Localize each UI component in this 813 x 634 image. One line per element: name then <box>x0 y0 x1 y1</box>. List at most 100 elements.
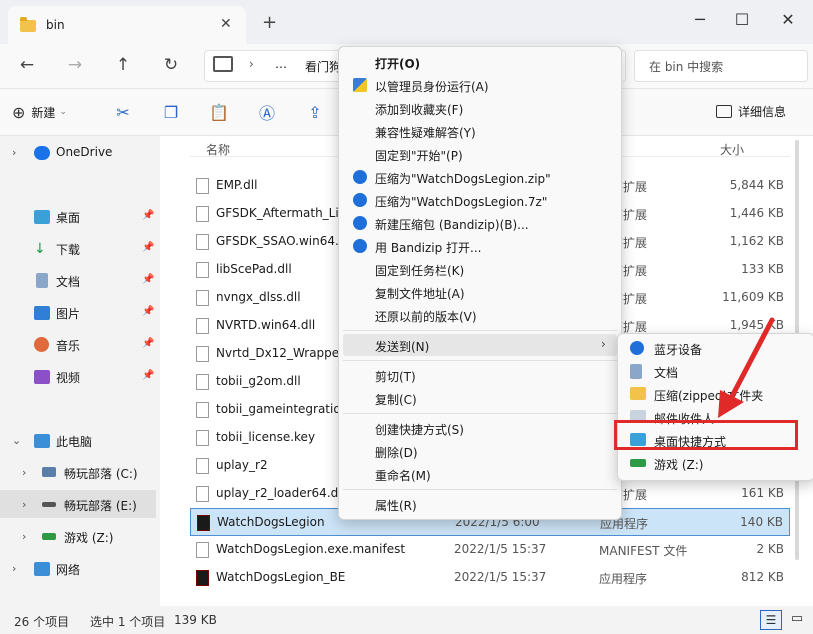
column-header-name[interactable]: 名称 <box>206 136 230 162</box>
menu-item-properties[interactable]: 属性(R) <box>343 493 617 515</box>
dll-file-icon <box>196 206 209 222</box>
document-icon <box>36 273 48 288</box>
sidebar-item-drive-e[interactable]: › 畅玩部落 (E:) <box>0 490 156 518</box>
table-row[interactable]: WatchDogsLegion.exe.manifest 2022/1/5 15… <box>190 536 790 564</box>
status-bar: 26 个项目 选中 1 个项目 139 KB ☰ ▭ <box>0 606 813 634</box>
details-view-icon[interactable]: ☰ <box>760 610 782 630</box>
download-icon: ↓ <box>34 241 46 257</box>
rename-icon[interactable]: Ⓐ <box>254 99 280 125</box>
chevron-right-icon[interactable]: › <box>22 466 26 479</box>
sidebar-item-documents[interactable]: 文档 📌 <box>0 266 156 294</box>
share-icon[interactable]: ⇪ <box>302 99 328 125</box>
file-name: WatchDogsLegion_BE <box>216 570 346 584</box>
file-name: tobii_g2om.dll <box>216 374 301 388</box>
sidebar-label: 此电脑 <box>56 435 93 449</box>
pin-icon[interactable]: 📌 <box>142 338 154 349</box>
maximize-button[interactable]: ☐ <box>722 6 762 32</box>
details-pane-button[interactable]: 详细信息 <box>716 103 786 120</box>
menu-item-add-favorites[interactable]: 添加到收藏夹(F) <box>343 97 617 119</box>
menu-label: 兼容性疑难解答(Y) <box>375 126 476 140</box>
close-tab-icon[interactable]: ✕ <box>220 16 232 32</box>
forward-arrow-icon[interactable]: → <box>60 52 90 78</box>
sidebar-item-pictures[interactable]: 图片 📌 <box>0 298 156 326</box>
close-button[interactable]: ✕ <box>768 6 808 32</box>
sidebar-item-onedrive[interactable]: › OneDrive <box>0 138 156 166</box>
file-size: 1,446 KB <box>729 206 784 220</box>
menu-item-compress-7z[interactable]: 压缩为"WatchDogsLegion.7z" <box>343 189 617 211</box>
menu-item-send-to[interactable]: 发送到(N) › <box>343 334 617 356</box>
sidebar-item-drive-c[interactable]: › 畅玩部落 (C:) <box>0 458 156 486</box>
menu-item-rename[interactable]: 重命名(M) <box>343 463 617 485</box>
search-input[interactable]: 在 bin 中搜索 <box>634 50 808 82</box>
tab-bin[interactable]: bin ✕ <box>8 6 246 44</box>
pin-icon[interactable]: 📌 <box>142 210 154 221</box>
uac-shield-icon <box>353 78 367 92</box>
copy-icon[interactable]: ❐ <box>158 99 184 125</box>
tiles-view-icon[interactable]: ▭ <box>788 610 806 628</box>
sidebar-item-videos[interactable]: 视频 📌 <box>0 362 156 390</box>
pin-icon[interactable]: 📌 <box>142 242 154 253</box>
sidebar-item-this-pc[interactable]: ⌄ 此电脑 <box>0 426 156 454</box>
sidebar-item-network[interactable]: › 网络 <box>0 554 156 582</box>
dll-file-icon <box>196 178 209 194</box>
desktop-icon <box>34 210 50 224</box>
pin-icon[interactable]: 📌 <box>142 274 154 285</box>
file-date: 2022/1/5 15:37 <box>454 570 547 584</box>
folder-icon <box>20 17 36 32</box>
minimize-button[interactable]: ─ <box>680 6 720 32</box>
menu-item-open[interactable]: 打开(O) <box>343 51 617 73</box>
menu-item-compress-zip[interactable]: 压缩为"WatchDogsLegion.zip" <box>343 166 617 188</box>
sidebar-label: 网络 <box>56 563 81 577</box>
menu-item-delete[interactable]: 删除(D) <box>343 440 617 462</box>
plus-circle-icon: ⊕ <box>12 102 26 122</box>
chevron-right-icon[interactable]: › <box>12 562 16 575</box>
menu-item-run-as-admin[interactable]: 以管理员身份运行(A) <box>343 74 617 96</box>
sidebar-item-drive-z[interactable]: › 游戏 (Z:) <box>0 522 156 550</box>
up-arrow-icon[interactable]: ↑ <box>108 52 138 78</box>
menu-item-pin-start[interactable]: 固定到"开始"(P) <box>343 143 617 165</box>
sidebar-item-music[interactable]: 音乐 📌 <box>0 330 156 358</box>
menu-label: 固定到任务栏(K) <box>375 264 465 278</box>
submenu-item-games-drive[interactable]: 游戏 (Z:) <box>624 452 810 474</box>
file-name: libScePad.dll <box>216 262 292 276</box>
pin-icon[interactable]: 📌 <box>142 306 154 317</box>
refresh-icon[interactable]: ↻ <box>156 52 186 78</box>
chevron-right-icon[interactable]: › <box>22 498 26 511</box>
menu-item-pin-taskbar[interactable]: 固定到任务栏(K) <box>343 258 617 280</box>
menu-item-create-shortcut[interactable]: 创建快捷方式(S) <box>343 417 617 439</box>
table-row[interactable]: WatchDogsLegion_BE 2022/1/5 15:37 应用程序 8… <box>190 564 790 592</box>
menu-label: 固定到"开始"(P) <box>375 149 463 163</box>
column-header-size[interactable]: 大小 <box>720 136 744 162</box>
network-drive-icon <box>630 459 646 467</box>
menu-item-restore-versions[interactable]: 还原以前的版本(V) <box>343 304 617 326</box>
menu-item-bandizip-open[interactable]: 用 Bandizip 打开... <box>343 235 617 257</box>
menu-label: 剪切(T) <box>375 370 416 384</box>
new-button[interactable]: ⊕ 新建 ⌄ <box>12 99 67 125</box>
chevron-right-icon[interactable]: › <box>22 530 26 543</box>
menu-item-bandizip-new[interactable]: 新建压缩包 (Bandizip)(B)... <box>343 212 617 234</box>
dll-file-icon <box>196 262 209 278</box>
back-arrow-icon[interactable]: ← <box>12 52 42 78</box>
new-tab-button[interactable]: + <box>262 12 277 33</box>
bandizip-icon <box>353 193 367 207</box>
dll-file-icon <box>196 290 209 306</box>
sidebar-item-downloads[interactable]: ↓ 下载 📌 <box>0 234 156 262</box>
sidebar-label: OneDrive <box>56 145 113 159</box>
file-size: 161 KB <box>741 486 784 500</box>
menu-item-copy-path[interactable]: 复制文件地址(A) <box>343 281 617 303</box>
sidebar-item-desktop[interactable]: 桌面 📌 <box>0 202 156 230</box>
highlight-box <box>614 420 798 450</box>
settings-file-icon <box>196 458 209 474</box>
cut-icon[interactable]: ✂ <box>110 99 136 125</box>
file-name: GFSDK_SSAO.win64.d <box>216 234 347 248</box>
paste-icon[interactable]: 📋 <box>206 99 232 125</box>
menu-item-copy[interactable]: 复制(C) <box>343 387 617 409</box>
chevron-down-icon[interactable]: ⌄ <box>12 434 21 447</box>
pin-icon[interactable]: 📌 <box>142 370 154 381</box>
menu-item-troubleshoot[interactable]: 兼容性疑难解答(Y) <box>343 120 617 142</box>
file-size: 5,844 KB <box>729 178 784 192</box>
menu-item-cut[interactable]: 剪切(T) <box>343 364 617 386</box>
breadcrumb-item[interactable]: 看门狗 <box>305 58 341 75</box>
chevron-right-icon[interactable]: › <box>12 146 16 159</box>
breadcrumb-more[interactable]: … <box>275 57 287 71</box>
